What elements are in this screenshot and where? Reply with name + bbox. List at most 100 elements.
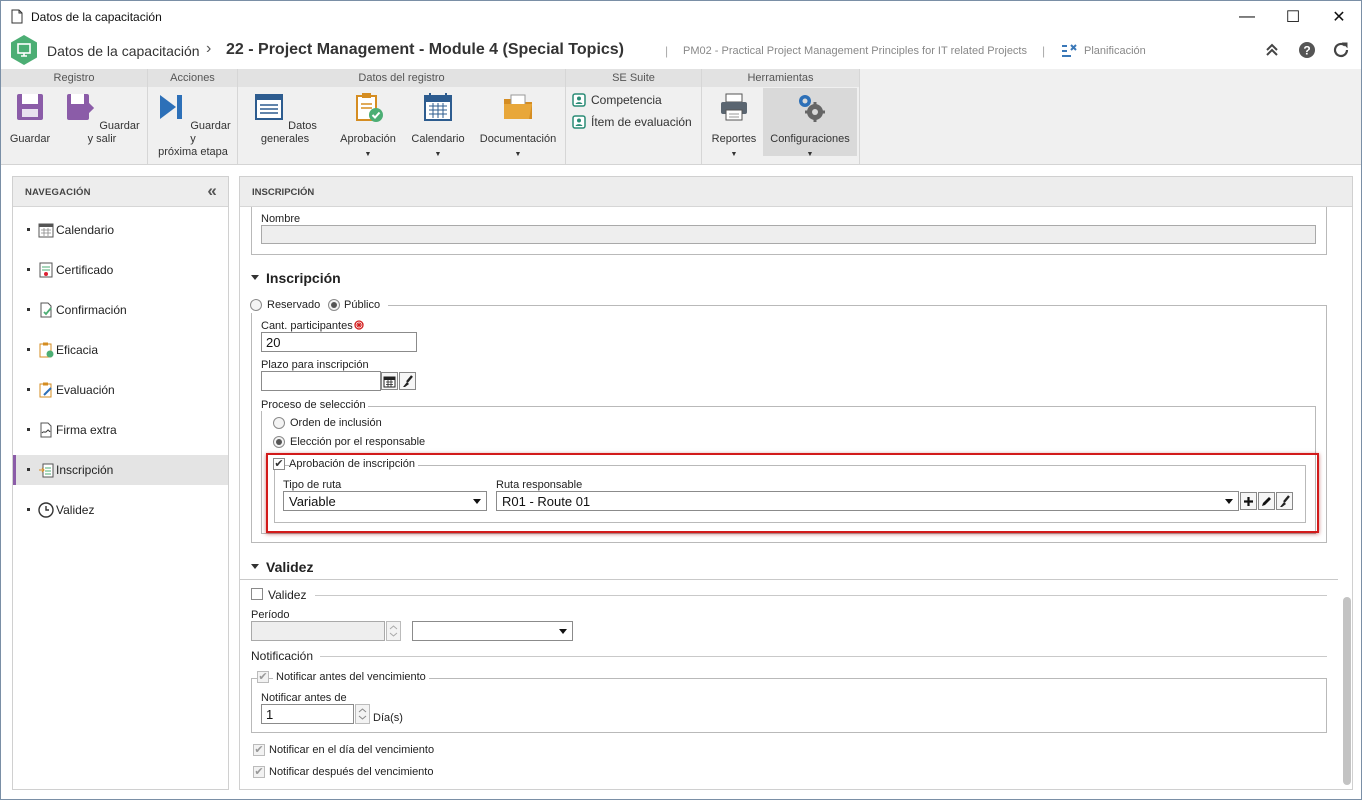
ribbon-group-acciones: Acciones Guardar y próxima etapa (148, 69, 238, 164)
notificar-antes-spinner[interactable] (355, 704, 370, 724)
aprobacion-inscripcion-checkbox[interactable]: ✔ (273, 458, 285, 470)
notificar-antes-checkbox[interactable]: ✔ (257, 671, 269, 683)
highlight-annotation (266, 453, 1319, 533)
clear-plazo-button[interactable] (399, 372, 416, 390)
eleccion-responsable-radio[interactable] (273, 436, 285, 448)
configurations-button[interactable]: Configuraciones ▼ (763, 88, 857, 158)
calendar-button[interactable]: Calendario ▼ (408, 91, 468, 161)
nav-item-validez[interactable]: Validez (13, 495, 228, 525)
periodo-unit-select[interactable] (412, 621, 573, 641)
publico-radio[interactable] (328, 299, 340, 311)
nombre-field[interactable] (261, 225, 1316, 244)
proceso-seleccion-label: Proceso de selección (261, 399, 368, 411)
collapse-nav-icon[interactable]: « (207, 181, 217, 201)
notificar-antes-input[interactable]: 1 (261, 704, 354, 724)
ribbon-group-title: Registro (1, 69, 147, 87)
periodo-input[interactable] (251, 621, 385, 641)
periodo-spinner[interactable] (386, 621, 401, 641)
save-button[interactable]: Guardar (5, 91, 55, 146)
header-divider: | (1042, 44, 1046, 58)
collapse-inscripcion-icon[interactable] (251, 275, 259, 280)
validez-checkbox-label: Validez (268, 588, 307, 602)
help-icon[interactable]: ? (1298, 41, 1316, 59)
nav-item-inscripcion[interactable]: Inscripción (13, 455, 228, 485)
validez-section-title: Validez (266, 559, 314, 575)
access-type-radio-group: Reservado Público (248, 297, 388, 313)
nav-item-certificado[interactable]: Certificado (13, 255, 228, 285)
cant-participantes-label: Cant. participantes (261, 320, 353, 332)
cant-participantes-input[interactable]: 20 (261, 332, 417, 352)
required-icon (354, 320, 364, 330)
evaluation-icon (39, 382, 52, 398)
nombre-label: Nombre (261, 213, 301, 225)
reservado-radio[interactable] (250, 299, 262, 311)
ribbon-group-title: SE Suite (566, 69, 701, 87)
notificar-despues-checkbox[interactable]: ✔ (253, 766, 265, 778)
nav-item-eficacia[interactable]: Eficacia (13, 335, 228, 365)
gears-icon (799, 95, 825, 122)
collapse-up-icon[interactable] (1265, 43, 1279, 57)
record-header: Datos de la capacitación › 22 - Project … (1, 32, 1361, 69)
eleccion-responsable-label: Elección por el responsable (290, 436, 426, 448)
course-name: PM02 - Practical Project Management Prin… (683, 45, 1027, 57)
close-button[interactable]: ✕ (1316, 1, 1362, 32)
brush-icon (403, 375, 413, 387)
general-data-button[interactable]: Datos generales (244, 91, 326, 146)
nav-item-confirmacion[interactable]: Confirmación (13, 295, 228, 325)
ribbon-group-title: Datos del registro (238, 69, 565, 87)
collapse-validez-icon[interactable] (251, 564, 259, 569)
competencia-button[interactable]: Competencia (572, 92, 700, 110)
validez-divider (315, 595, 1327, 596)
svg-text:?: ? (1303, 44, 1310, 58)
periodo-label: Período (251, 609, 290, 621)
nav-item-evaluacion[interactable]: Evaluación (13, 375, 228, 405)
evaluation-item-icon (572, 115, 586, 129)
app-window: Datos de la capacitación — ☐ ✕ Datos de … (0, 0, 1362, 800)
nav-item-calendario[interactable]: Calendario (13, 215, 228, 245)
section-divider (240, 579, 1338, 580)
save-next-stage-button[interactable]: Guardar y próxima etapa (152, 91, 234, 159)
breadcrumb-app[interactable]: Datos de la capacitación (47, 43, 200, 59)
save-icon (17, 94, 43, 120)
approval-button[interactable]: Aprobación ▼ (336, 91, 400, 161)
calendar-icon (424, 93, 452, 121)
evaluation-item-button[interactable]: Ítem de evaluación (572, 114, 700, 132)
clock-icon (38, 502, 54, 518)
signature-icon (40, 422, 52, 438)
main-panel-header: INSCRIPCIÓN (240, 177, 1352, 207)
minimize-button[interactable]: — (1224, 1, 1270, 32)
notificar-despues-label: Notificar después del vencimiento (269, 766, 434, 778)
main-panel: INSCRIPCIÓN Nombre Inscripción Reservado… (239, 176, 1353, 790)
ribbon-group-registro: Registro Guardar Guardar y salir (1, 69, 148, 164)
navigation-header: NAVEGACIÓN « (13, 177, 228, 207)
reports-button[interactable]: Reportes ▼ (706, 91, 762, 161)
documentation-button[interactable]: Documentación ▼ (476, 91, 560, 161)
calendar-picker-button[interactable] (381, 372, 398, 390)
orden-inclusion-radio[interactable] (273, 417, 285, 429)
ribbon-toolbar: Registro Guardar Guardar y salir Accione… (1, 69, 1361, 165)
vertical-scrollbar[interactable] (1343, 597, 1351, 785)
validez-checkbox[interactable] (251, 588, 263, 600)
calendar-icon (38, 223, 54, 238)
ribbon-group-title: Acciones (148, 69, 237, 87)
refresh-icon[interactable] (1332, 41, 1350, 59)
folder-icon (504, 94, 532, 119)
orden-inclusion-label: Orden de inclusión (290, 417, 382, 429)
nav-item-firma-extra[interactable]: Firma extra (13, 415, 228, 445)
planning-link[interactable]: Planificación (1084, 45, 1146, 57)
dias-label: Día(s) (373, 712, 403, 724)
maximize-button[interactable]: ☐ (1270, 1, 1316, 32)
navigation-title: NAVEGACIÓN (25, 187, 91, 198)
plazo-input[interactable] (261, 371, 381, 391)
notificar-antes-group (251, 678, 1327, 733)
notificacion-divider (320, 656, 1327, 657)
document-icon (11, 9, 23, 24)
notificar-dia-checkbox[interactable]: ✔ (253, 744, 265, 756)
certificate-icon (39, 262, 53, 278)
save-and-exit-button[interactable]: Guardar y salir (61, 91, 143, 146)
confirmation-icon (40, 302, 52, 318)
breadcrumb-separator: › (206, 40, 212, 57)
inscripcion-section-title: Inscripción (266, 270, 341, 286)
ribbon-group-datos: Datos del registro Datos generales Aprob… (238, 69, 566, 164)
calendar-icon (383, 376, 396, 388)
